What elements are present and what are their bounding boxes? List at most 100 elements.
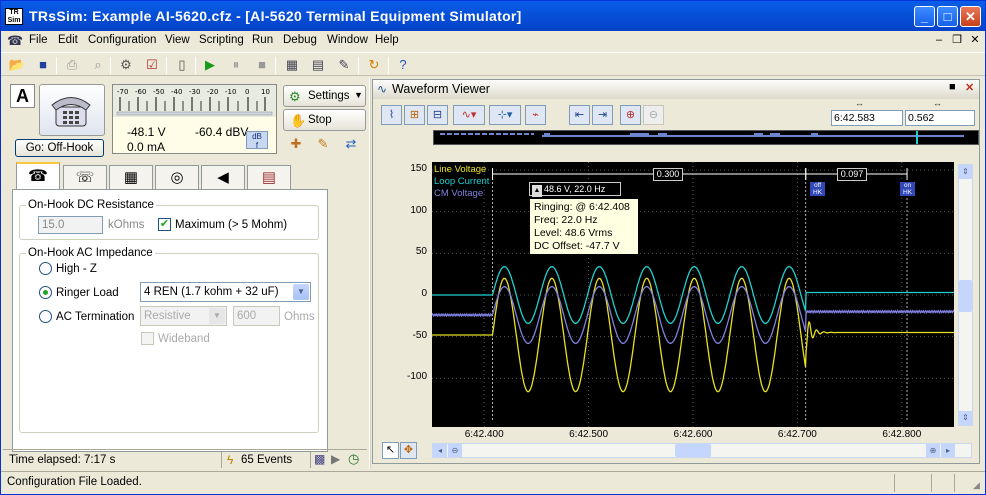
play-clip-icon[interactable]: ▶ (331, 452, 340, 466)
open-folder-icon[interactable]: 📂 (8, 56, 26, 74)
cursor-left-icon[interactable]: ⇤ (569, 105, 590, 125)
tab-calendar[interactable]: ▤ (247, 165, 291, 190)
ringer-load-radio[interactable] (39, 286, 52, 299)
close-pane-icon[interactable]: ✕ (965, 81, 974, 94)
cursor-time-field[interactable]: 6:42.583 (831, 110, 903, 126)
clock-icon[interactable]: ◷ (348, 451, 359, 467)
tab-on-hook[interactable]: ☎ (16, 162, 60, 191)
add-marker-icon[interactable]: ⊕ (620, 105, 641, 125)
on-hook-ac-title: On-Hook AC Impedance (26, 247, 155, 259)
menu-run[interactable]: Run (252, 34, 273, 46)
tab-audio[interactable]: ◀ (201, 165, 245, 190)
phone-icon[interactable]: ☎ (7, 33, 25, 49)
scroll-up-icon[interactable]: ⇕ (959, 165, 972, 179)
menu-configuration[interactable]: Configuration (88, 34, 156, 46)
stop-icon[interactable]: ■ (253, 56, 271, 74)
remove-marker-icon[interactable]: ⊖ (643, 105, 664, 125)
level-meter-scale: -70 -60 -50 -40 -30 -20 -10 0 10 (113, 85, 276, 117)
pointer-tool-icon[interactable]: ↖ (382, 442, 399, 459)
vertical-scroll-thumb[interactable] (959, 280, 972, 312)
tab-rotary[interactable]: ◎ (155, 165, 199, 190)
cassette-icon[interactable]: ▩ (314, 452, 325, 466)
wideband-checkbox[interactable] (141, 332, 154, 345)
script-icon[interactable]: ✎ (335, 56, 353, 74)
maximize-pane-icon[interactable]: ■ (949, 81, 956, 93)
tab-dialing[interactable]: ▦ (109, 165, 153, 190)
chevron-down-icon[interactable]: ▼ (209, 308, 225, 324)
off-hook-event[interactable]: off HK (810, 182, 825, 196)
meter-scale-label: -30 (189, 88, 200, 96)
mdi-restore-icon[interactable]: ❐ (949, 33, 965, 48)
meter-scale-label: 0 (245, 88, 249, 96)
print-preview-icon[interactable]: ⌕ (89, 56, 107, 74)
dc-resistance-input[interactable]: 15.0 (38, 216, 103, 234)
pan-tool-icon[interactable]: ✥ (400, 442, 417, 459)
tab-off-hook[interactable]: ☏ (63, 165, 107, 190)
maximize-button[interactable]: □ (937, 6, 958, 27)
resize-grip-icon[interactable]: ◢ (973, 480, 980, 491)
scroll-left-icon[interactable]: ◂ (433, 444, 447, 457)
stop-button[interactable]: ✋ Stop (283, 109, 366, 131)
signals-dropdown-icon[interactable]: ∿▾ (453, 105, 485, 125)
mdi-minimize-icon[interactable]: – (931, 33, 947, 48)
scroll-zoom-out-icon[interactable]: ⊖ (448, 444, 462, 457)
telephone-icon-tile[interactable] (39, 84, 105, 136)
menu-scripting[interactable]: Scripting (199, 34, 244, 46)
menu-view[interactable]: View (165, 34, 190, 46)
grid-dropdown-icon[interactable]: ⊹▾ (489, 105, 521, 125)
calendar-icon[interactable]: ▦ (283, 56, 301, 74)
gear-icon: ⚙ (289, 89, 301, 104)
horizontal-scroll-thumb[interactable] (675, 444, 711, 457)
chevron-down-icon[interactable]: ▼ (293, 284, 309, 300)
go-off-hook-button[interactable]: Go: Off-Hook (15, 139, 104, 157)
mdi-close-icon[interactable]: ✕ (967, 33, 983, 48)
menu-debug[interactable]: Debug (283, 34, 317, 46)
overview-strip[interactable] (433, 130, 979, 145)
scroll-zoom-icon[interactable]: ⇕ (959, 411, 972, 425)
scroll-zoom-in-icon[interactable]: ⊕ (926, 444, 940, 457)
print-icon[interactable]: ⎙ (63, 56, 81, 74)
gear-icon[interactable]: ⚙ (117, 56, 135, 74)
transfer-icon[interactable]: ⇄ (342, 136, 360, 154)
ac-termination-radio[interactable] (39, 310, 52, 323)
cursor-delta-field[interactable]: 0.562 (905, 110, 975, 126)
title-bar[interactable]: TR Sim TRsSim: Example AI-5620.cfz - [AI… (1, 1, 985, 31)
waveform-plot[interactable]: Line Voltage Loop Current CM Voltage 0.3… (431, 162, 955, 427)
menu-edit[interactable]: Edit (58, 34, 78, 46)
scroll-right-icon[interactable]: ▸ (941, 444, 955, 457)
cursor-right-icon[interactable]: ⇥ (592, 105, 613, 125)
add-step-icon[interactable]: ✚ (287, 136, 305, 154)
ac-type-select[interactable]: Resistive ▼ (140, 306, 227, 326)
new-doc-icon[interactable]: ▯ (173, 56, 191, 74)
help-icon[interactable]: ? (394, 56, 412, 74)
settings-button[interactable]: ⚙ Settings ▼ (283, 85, 366, 107)
notes-icon[interactable]: ▤ (309, 56, 327, 74)
pause-icon[interactable]: ⏸ (227, 56, 245, 74)
overlay-icon[interactable]: ⊞ (404, 105, 425, 125)
save-icon[interactable]: ■ (34, 56, 52, 74)
ringer-load-select[interactable]: 4 REN (1.7 kohm + 32 uF) ▼ (140, 282, 311, 302)
hand-icon: ✋ (290, 113, 307, 128)
channel-letter: A (10, 84, 35, 108)
on-hook-event[interactable]: on HK (900, 182, 915, 196)
run-icon[interactable]: ▶ (201, 56, 219, 74)
scope-icon[interactable]: ⌁ (525, 105, 546, 125)
meter-box: -70 -60 -50 -40 -30 -20 -10 0 10 -48.1 V… (112, 84, 277, 154)
refresh-icon[interactable]: ↻ (365, 56, 383, 74)
ringing-marker[interactable]: ▲ 48.6 V, 22.0 Hz (529, 182, 621, 197)
vertical-scrollbar[interactable]: ⇕ ⇕ (958, 164, 973, 426)
close-button[interactable]: ✕ (960, 6, 981, 27)
menu-file[interactable]: File (29, 34, 48, 46)
dbf-toggle-icon[interactable]: dB f (246, 131, 268, 150)
checklist-icon[interactable]: ☑ (143, 56, 161, 74)
minimize-button[interactable]: _ (914, 6, 935, 27)
menu-help[interactable]: Help (375, 34, 399, 46)
stack-icon[interactable]: ⊟ (427, 105, 448, 125)
menu-window[interactable]: Window (327, 34, 368, 46)
horizontal-scrollbar[interactable]: ◂ ⊖ ⊕ ▸ (432, 443, 972, 458)
chart-mode-icon[interactable]: ⌇ (381, 105, 402, 125)
maximum-checkbox[interactable]: ✔ (158, 218, 171, 231)
ac-value-input[interactable]: 600 (233, 306, 280, 326)
edit-folder-icon[interactable]: ✎ (314, 136, 332, 154)
high-z-radio[interactable] (39, 262, 52, 275)
